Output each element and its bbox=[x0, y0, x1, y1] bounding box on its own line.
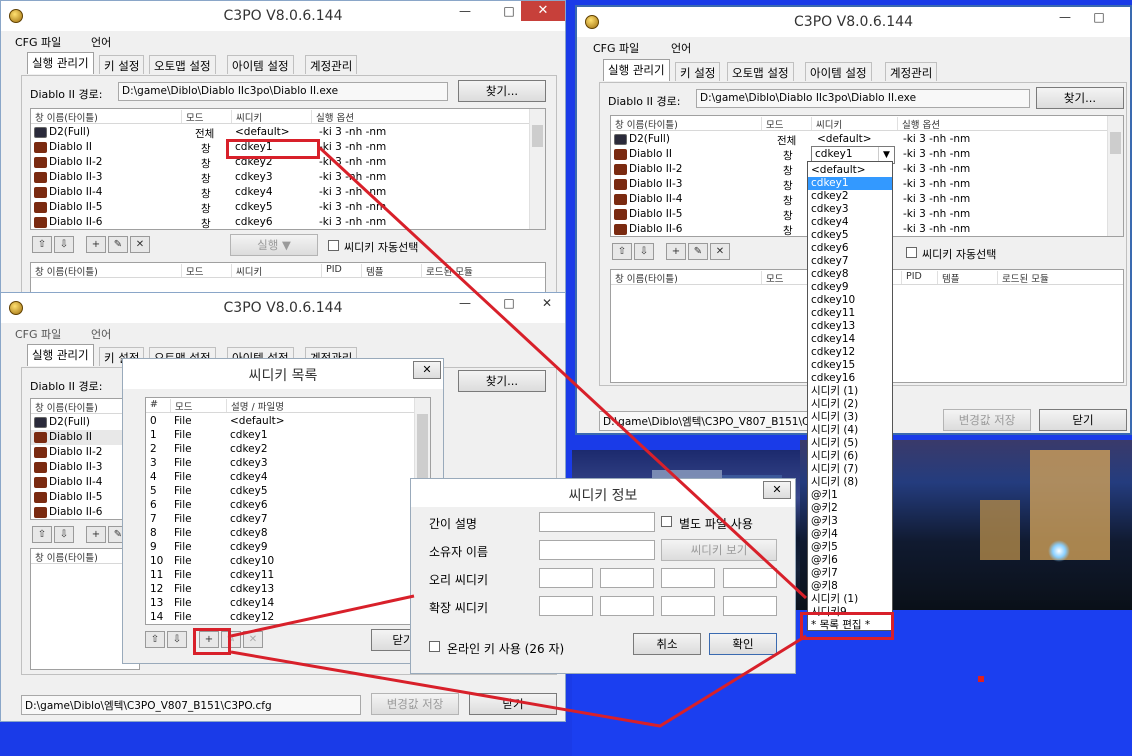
annotation-arrows bbox=[230, 146, 808, 728]
